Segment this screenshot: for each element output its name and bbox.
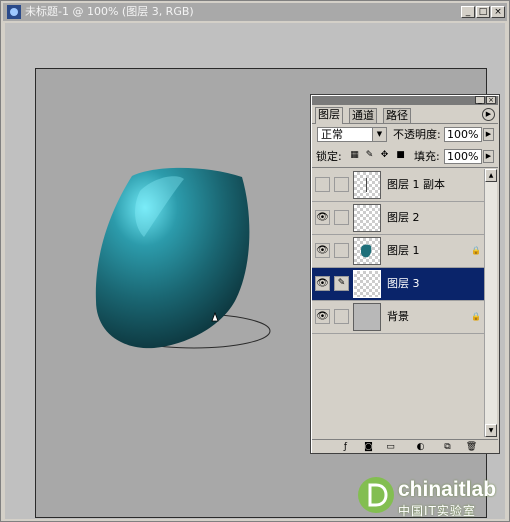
add-mask-icon[interactable]: ◙ <box>362 441 375 453</box>
close-button[interactable]: × <box>491 6 505 18</box>
photoshop-document-window: 未标题-1 @ 100% (图层 3, RGB) _ □ × _ × 图层 通道… <box>0 0 510 522</box>
layer-style-icon[interactable]: ƒ <box>339 441 352 453</box>
layer-thumbnail <box>353 303 381 331</box>
lock-all-icon[interactable]: ■ <box>395 150 406 161</box>
lock-fill-row: 锁定: ▦ ✎ ✥ ■ 填充: 100% ▶ <box>312 147 498 168</box>
layer-row[interactable]: 👁 背景 🔒 <box>312 301 484 334</box>
new-group-icon[interactable]: ▭ <box>384 441 397 453</box>
lock-icon: 🔒 <box>471 312 481 321</box>
layers-scrollbar[interactable]: ▲ ▼ <box>484 169 497 437</box>
link-toggle[interactable] <box>334 309 349 324</box>
opacity-label: 不透明度: <box>393 128 441 141</box>
fill-slider-button[interactable]: ▶ <box>483 150 494 163</box>
layer-row[interactable]: 图层 1 副本 <box>312 169 484 202</box>
watermark-subtitle: 中国IT实验室 <box>398 504 476 518</box>
tab-paths[interactable]: 路径 <box>383 108 411 123</box>
fill-label: 填充: <box>414 150 440 163</box>
lock-move-icon[interactable]: ✥ <box>379 150 390 161</box>
blend-opacity-row: 正常 ▼ 不透明度: 100% ▶ <box>312 125 498 145</box>
visibility-toggle[interactable] <box>315 177 330 192</box>
layer-list: 图层 1 副本 👁 图层 2 👁 图层 1 🔒 👁 ✎ 图层 3 👁 背景 🔒 <box>312 169 484 437</box>
lock-brush-icon[interactable]: ✎ <box>364 150 375 161</box>
tab-channels[interactable]: 通道 <box>349 108 377 123</box>
trash-icon[interactable]: 🗑 <box>465 441 478 453</box>
window-title: 未标题-1 @ 100% (图层 3, RGB) <box>25 5 194 18</box>
layer-thumbnail <box>353 204 381 232</box>
minimize-button[interactable]: _ <box>461 6 475 18</box>
blend-mode-select[interactable]: 正常 ▼ <box>317 127 387 142</box>
fill-input[interactable]: 100% <box>444 149 482 164</box>
layer-thumbnail <box>353 270 381 298</box>
brush-icon[interactable]: ✎ <box>334 276 349 291</box>
panel-minimize-button[interactable]: _ <box>475 96 485 104</box>
adjustment-layer-icon[interactable]: ◐ <box>414 441 427 453</box>
panel-title-bar[interactable]: _ × <box>312 96 498 105</box>
lock-icon: 🔒 <box>471 246 481 255</box>
title-bar[interactable]: 未标题-1 @ 100% (图层 3, RGB) _ □ × <box>3 3 507 21</box>
opacity-slider-button[interactable]: ▶ <box>483 128 494 141</box>
layer-thumbnail <box>353 171 381 199</box>
photoshop-icon <box>7 5 21 19</box>
opacity-input[interactable]: 100% <box>444 127 482 142</box>
scroll-up-button[interactable]: ▲ <box>485 169 497 182</box>
maximize-button[interactable]: □ <box>476 6 490 18</box>
layer-row[interactable]: 👁 图层 1 🔒 <box>312 235 484 268</box>
chevron-down-icon: ▼ <box>372 128 386 141</box>
watermark-brand: chinaitlab <box>398 478 497 501</box>
watermark: chinaitlab 中国IT实验室 <box>356 475 506 519</box>
panel-bottom-toolbar: ƒ ◙ ▭ ◐ ⧉ 🗑 <box>312 439 498 454</box>
lock-transparency-icon[interactable]: ▦ <box>349 150 360 161</box>
layer-row[interactable]: 👁 图层 2 <box>312 202 484 235</box>
panel-menu-button[interactable]: ▶ <box>482 108 495 121</box>
layer-name: 图层 3 <box>387 277 420 290</box>
chinaitlab-logo <box>358 477 394 513</box>
layers-panel: _ × 图层 通道 路径 ▶ 正常 ▼ 不透明度: 100% ▶ 锁定: ▦ ✎… <box>310 94 500 454</box>
layer-name: 图层 2 <box>387 211 420 224</box>
panel-tabs: 图层 通道 路径 ▶ <box>312 106 498 124</box>
blend-mode-value: 正常 <box>321 128 343 141</box>
scroll-down-button[interactable]: ▼ <box>485 424 497 437</box>
panel-close-button[interactable]: × <box>486 96 496 104</box>
tab-layers[interactable]: 图层 <box>315 107 343 124</box>
layer-row-selected[interactable]: 👁 ✎ 图层 3 <box>312 268 484 301</box>
layer-name: 图层 1 副本 <box>387 178 445 191</box>
link-toggle[interactable] <box>334 243 349 258</box>
link-toggle[interactable] <box>334 177 349 192</box>
eye-icon[interactable]: 👁 <box>315 276 330 291</box>
layer-thumbnail <box>353 237 381 265</box>
link-toggle[interactable] <box>334 210 349 225</box>
eye-icon[interactable]: 👁 <box>315 309 330 324</box>
new-layer-icon[interactable]: ⧉ <box>441 441 454 453</box>
lock-label: 锁定: <box>316 150 342 163</box>
layer-name: 图层 1 <box>387 244 420 257</box>
eye-icon[interactable]: 👁 <box>315 243 330 258</box>
layer-name: 背景 <box>387 310 409 323</box>
eye-icon[interactable]: 👁 <box>315 210 330 225</box>
